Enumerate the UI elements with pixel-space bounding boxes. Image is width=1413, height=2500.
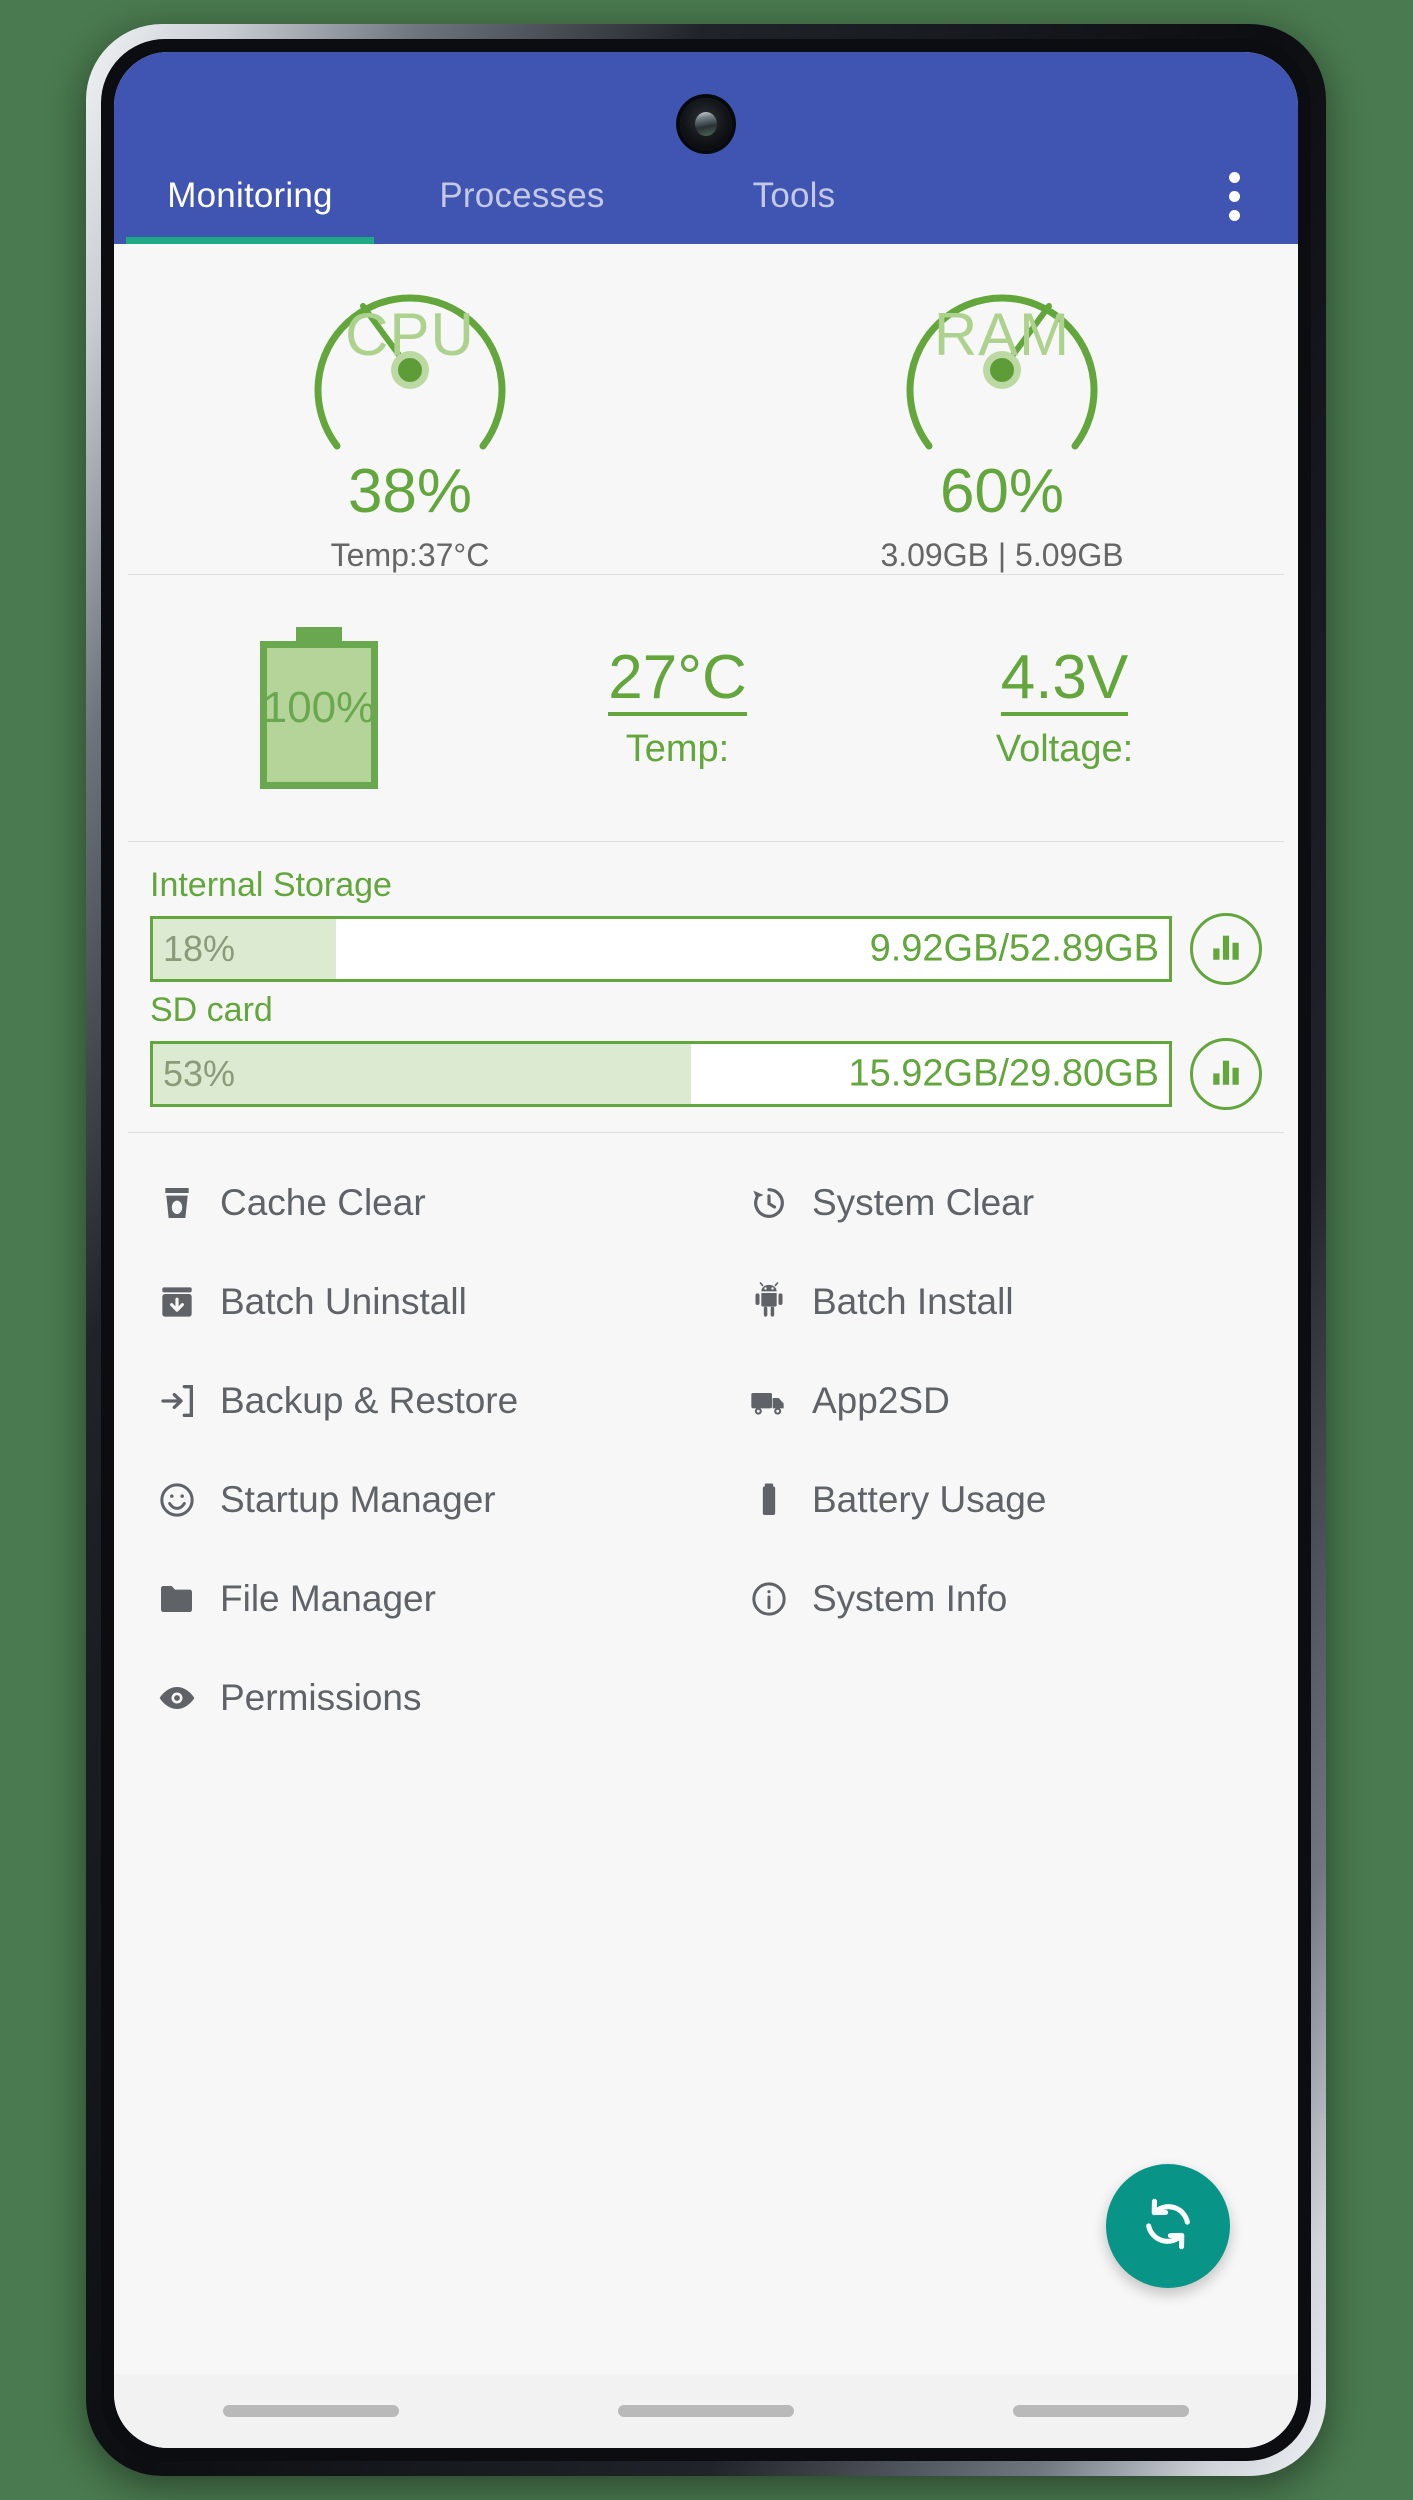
tab-monitoring[interactable]: Monitoring (114, 148, 386, 244)
sd-card-amount: 15.92GB/29.80GB (848, 1052, 1159, 1095)
more-dot-1 (1228, 171, 1240, 183)
tab-processes[interactable]: Processes (386, 148, 658, 244)
tab-tools-label: Tools (752, 176, 836, 215)
tab-bar: Monitoring Processes Tools (114, 148, 1298, 244)
battery-temp-value: 27°C (608, 645, 747, 717)
system-navigation-bar (114, 2374, 1298, 2448)
ram-gauge-dial: RAM (867, 258, 1137, 467)
more-vert-icon[interactable] (1206, 161, 1262, 231)
nav-home-button[interactable] (617, 2405, 794, 2417)
app-bar: Monitoring Processes Tools (114, 52, 1298, 244)
battery-voltage-value: 4.3V (1000, 645, 1129, 717)
tool-item-permissions[interactable]: Permissions (114, 1648, 706, 1747)
arrow-into-box-icon (148, 1381, 206, 1421)
refresh-icon (1139, 2195, 1197, 2258)
tool-item-battery-usage[interactable]: Battery Usage (706, 1450, 1298, 1549)
folder-icon (148, 1579, 206, 1619)
refresh-fab-button[interactable] (1106, 2164, 1230, 2288)
tool-item-startup-manager[interactable]: Startup Manager (114, 1450, 706, 1549)
sd-card-row: 53% 15.92GB/29.80GB (150, 1038, 1262, 1110)
sd-card-percent: 53% (163, 1053, 236, 1094)
tool-label: Permissions (220, 1676, 422, 1718)
smiley-icon (148, 1480, 206, 1520)
tool-item-batch-uninstall[interactable]: Batch Uninstall (114, 1252, 706, 1351)
bar-chart-icon (1209, 1055, 1243, 1094)
tool-label: Batch Install (812, 1280, 1014, 1322)
cpu-gauge-title: CPU (345, 301, 475, 368)
tool-item-batch-install[interactable]: Batch Install (706, 1252, 1298, 1351)
battery-level-label: 100% (262, 683, 376, 732)
internal-storage-title: Internal Storage (150, 866, 392, 904)
tab-processes-label: Processes (439, 176, 605, 215)
battery-voltage-label: Voltage: (995, 728, 1134, 771)
tool-item-cache-clear[interactable]: Cache Clear (114, 1153, 706, 1252)
download-box-icon (148, 1282, 206, 1322)
tool-label: Cache Clear (220, 1181, 426, 1223)
phone-bezel: Monitoring Processes Tools CPU 38% Temp:… (101, 39, 1311, 2461)
sd-card-title: SD card (150, 991, 273, 1029)
phone-frame: Monitoring Processes Tools CPU 38% Temp:… (86, 24, 1326, 2476)
storage-section: Internal Storage 18% 9.92GB/52.89GB SD c… (114, 842, 1298, 1132)
truck-icon (740, 1381, 798, 1421)
tool-item-app2sd[interactable]: App2SD (706, 1351, 1298, 1450)
tool-item-backup-restore[interactable]: Backup & Restore (114, 1351, 706, 1450)
internal-storage-chart-button[interactable] (1190, 913, 1262, 985)
camera-lens (695, 112, 717, 136)
battery-small-icon (740, 1480, 798, 1520)
tool-label: Batch Uninstall (220, 1280, 467, 1322)
tool-label: App2SD (812, 1379, 950, 1421)
battery-temp-metric: 27°C Temp: (484, 645, 871, 771)
sd-card-chart-button[interactable] (1190, 1038, 1262, 1110)
ram-gauge-subtitle: 3.09GB | 5.09GB (880, 537, 1124, 573)
internal-storage-amount: 9.92GB/52.89GB (869, 927, 1159, 970)
battery-icon: 100% (260, 627, 378, 789)
tool-label: System Clear (812, 1181, 1035, 1223)
tools-grid: Cache Clear System Clear Batch Uninstall… (114, 1133, 1298, 1747)
tool-label: System Info (812, 1577, 1008, 1619)
tab-monitoring-label: Monitoring (167, 176, 333, 215)
phone-screen: Monitoring Processes Tools CPU 38% Temp:… (114, 52, 1298, 2448)
tab-tools[interactable]: Tools (658, 148, 930, 244)
history-icon (740, 1183, 798, 1223)
more-dot-3 (1228, 209, 1240, 221)
battery-voltage-metric: 4.3V Voltage: (871, 645, 1258, 771)
internal-storage-bar[interactable]: 18% 9.92GB/52.89GB (150, 916, 1172, 982)
battery-icon-cell: 100% (154, 627, 484, 789)
nav-back-button[interactable] (223, 2405, 400, 2417)
eye-icon (148, 1678, 206, 1718)
cpu-gauge[interactable]: CPU 38% Temp:37°C (114, 258, 706, 574)
info-circle-icon (740, 1579, 798, 1619)
tool-item-system-info[interactable]: System Info (706, 1549, 1298, 1648)
tool-label: Backup & Restore (220, 1379, 519, 1421)
cache-cup-icon (148, 1183, 206, 1223)
battery-section: 100% 27°C Temp: 4.3V Voltage: (114, 575, 1298, 841)
tool-item-system-clear[interactable]: System Clear (706, 1153, 1298, 1252)
tool-label: Battery Usage (812, 1478, 1047, 1520)
android-robot-icon (740, 1281, 798, 1322)
ram-gauge-title: RAM (933, 301, 1071, 368)
internal-storage-percent: 18% (163, 928, 236, 969)
more-dot-2 (1228, 190, 1240, 202)
tool-label: Startup Manager (220, 1478, 496, 1520)
bar-chart-icon (1209, 930, 1243, 969)
cpu-gauge-dial: CPU (275, 258, 545, 467)
cpu-gauge-subtitle: Temp:37°C (330, 537, 490, 573)
internal-storage-row: 18% 9.92GB/52.89GB (150, 913, 1262, 985)
gauges-section: CPU 38% Temp:37°C RAM 60% 3.09GB | 5.09G… (114, 244, 1298, 574)
ram-gauge[interactable]: RAM 60% 3.09GB | 5.09GB (706, 258, 1298, 574)
tool-item-file-manager[interactable]: File Manager (114, 1549, 706, 1648)
battery-temp-label: Temp: (625, 728, 730, 771)
sd-card-bar[interactable]: 53% 15.92GB/29.80GB (150, 1041, 1172, 1107)
tool-label: File Manager (220, 1577, 436, 1619)
nav-recents-button[interactable] (1012, 2405, 1189, 2417)
front-camera (680, 98, 732, 150)
